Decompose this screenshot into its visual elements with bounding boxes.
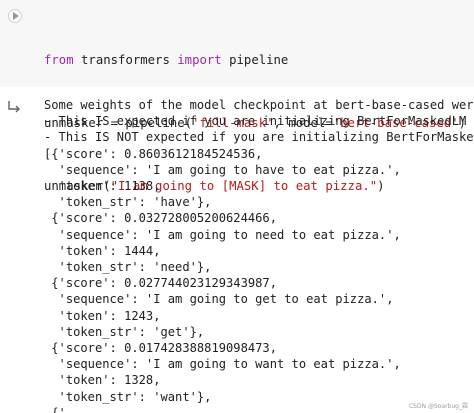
output-line: 'token': 1243,	[44, 308, 161, 323]
output-line: 'token': 1328,	[44, 373, 161, 388]
code-line-1: from transformers import pipeline	[44, 53, 289, 67]
watermark: CSDN @Soarbug_霖	[408, 403, 468, 410]
output-line: [{'score': 0.8603612184524536,	[44, 146, 263, 161]
output-line: 'sequence': 'I am going to get to eat pi…	[44, 292, 394, 307]
output-line: {'score': 0.017428388819098473,	[44, 341, 277, 356]
output-line: 'sequence': 'I am going to have to eat p…	[44, 162, 401, 177]
output-line: 'token_str': 'have'},	[44, 195, 212, 210]
output-line: 'sequence': 'I am going to want to eat p…	[44, 357, 401, 372]
run-cell-button[interactable]	[8, 9, 22, 23]
output-line: - This IS expected if you are initializi…	[44, 114, 474, 129]
output-line: {'score': 0.027744023129343987,	[44, 276, 277, 291]
play-icon	[8, 9, 22, 23]
output-line: - This IS NOT expected if you are initia…	[44, 130, 474, 145]
output-arrow-icon[interactable]	[7, 99, 23, 115]
output-line: Some weights of the model checkpoint at …	[44, 98, 474, 112]
output-line: 'sequence': 'I am going to need to eat p…	[44, 227, 401, 242]
output-line: 'token_str': 'need'},	[44, 260, 212, 275]
cell-output: Some weights of the model checkpoint at …	[44, 97, 474, 413]
output-line: 'token': 1138,	[44, 179, 161, 194]
code-cell[interactable]: from transformers import pipeline unmask…	[0, 0, 474, 193]
output-line: {'score': 0.032728005200624466,	[44, 211, 277, 226]
output-line: 'token_str': 'get'},	[44, 324, 205, 339]
output-line: 'token': 1444,	[44, 243, 161, 258]
